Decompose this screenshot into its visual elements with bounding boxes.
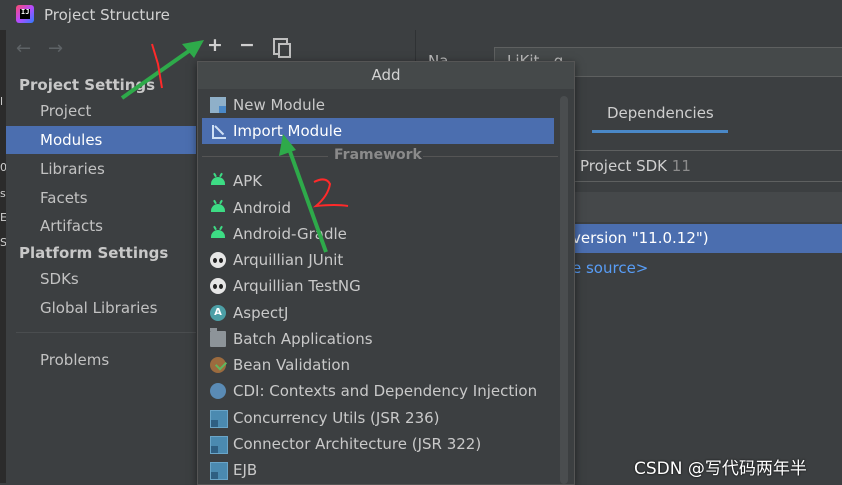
annotation-overlay — [120, 40, 349, 253]
handwritten-mark-1 — [151, 43, 163, 89]
handwritten-mark-2 — [312, 178, 349, 208]
annotation-arrow — [286, 145, 328, 253]
arrow-head-icon — [279, 134, 296, 156]
csdn-watermark: CSDN @写代码两年半 — [634, 459, 807, 479]
